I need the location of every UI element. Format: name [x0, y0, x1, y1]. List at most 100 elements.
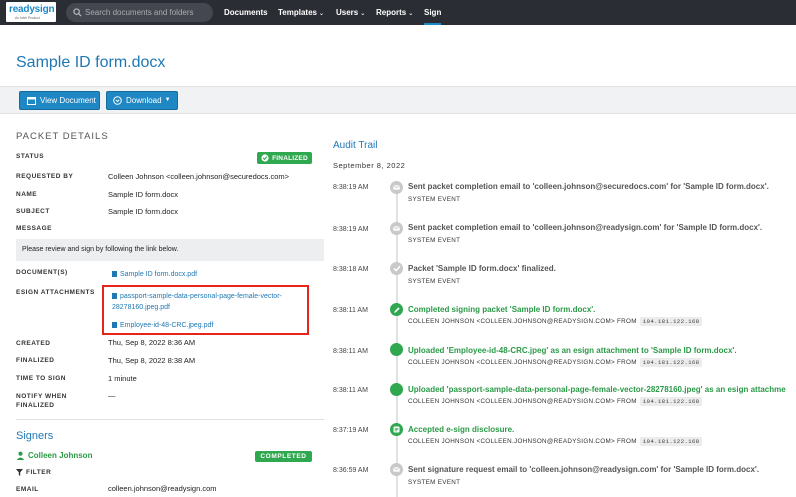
user-icon	[16, 451, 25, 460]
signers-title: Signers	[16, 430, 54, 442]
requested-by-value: Colleen Johnson <colleen.johnson@secured…	[108, 172, 290, 181]
name-label: NAME	[16, 191, 38, 198]
event-actor: COLLEEN JOHNSON <COLLEEN.JOHNSON@READYSI…	[408, 359, 637, 366]
nav-sign-label: Sign	[424, 8, 442, 17]
event-time: 8:38:11 AM	[333, 307, 368, 314]
chevron-down-icon: ⌄	[360, 11, 366, 17]
event-time: 8:38:19 AM	[333, 226, 369, 233]
event-subtitle: COLLEEN JOHNSON <COLLEEN.JOHNSON@READYSI…	[408, 397, 703, 406]
pencil-icon	[390, 303, 403, 316]
finalized-badge: FINALIZED	[257, 152, 312, 164]
event-time: 8:38:19 AM	[333, 184, 369, 191]
finalized-badge-label: FINALIZED	[272, 154, 308, 162]
event-title: Sent packet completion email to 'colleen…	[408, 223, 763, 232]
download-label: Download	[126, 96, 162, 105]
event-title: Uploaded 'passport-sample-data-personal-…	[408, 385, 786, 394]
event-subtitle: COLLEEN JOHNSON <COLLEEN.JOHNSON@READYSI…	[408, 358, 703, 367]
notify-label-line2: FINALIZED	[16, 402, 55, 409]
time-to-sign-label: TIME TO SIGN	[16, 375, 66, 382]
message-label: MESSAGE	[16, 225, 53, 232]
created-value: Thu, Sep 8, 2022 8:36 AM	[108, 338, 196, 347]
time-to-sign-value: 1 minute	[108, 374, 137, 383]
filter-label: FILTER	[26, 469, 52, 476]
event-time: 8:38:11 AM	[333, 387, 368, 394]
caret-down-icon: ▼	[164, 97, 171, 103]
check-circle-icon	[261, 154, 269, 162]
logo-text: readysign	[9, 4, 55, 15]
filter-control[interactable]: FILTER	[16, 469, 51, 476]
divider	[16, 419, 324, 420]
name-value: Sample ID form.docx	[108, 190, 179, 199]
nav-users-label: Users	[336, 8, 359, 17]
chevron-down-icon: ⌄	[408, 11, 414, 17]
subject-label: SUBJECT	[16, 208, 50, 215]
audit-trail-title: Audit Trail	[333, 140, 378, 151]
event-subtitle: COLLEEN JOHNSON <COLLEEN.JOHNSON@READYSI…	[408, 317, 703, 326]
highlight-box	[102, 285, 309, 335]
status-dot-icon	[390, 343, 403, 356]
checkmark-icon	[390, 262, 403, 275]
email-icon	[390, 181, 403, 194]
filter-icon	[16, 469, 23, 476]
view-document-icon	[27, 96, 36, 105]
email-icon	[390, 463, 403, 476]
nav-templates-label: Templates	[278, 8, 317, 17]
view-document-label: View Document	[40, 96, 96, 105]
disclosure-icon	[390, 423, 403, 436]
event-actor: COLLEEN JOHNSON <COLLEEN.JOHNSON@READYSI…	[408, 318, 637, 325]
ip-address: 104.181.122.168	[639, 397, 703, 406]
event-subtitle: SYSTEM EVENT	[408, 237, 461, 244]
event-title: Accepted e-sign disclosure.	[408, 425, 515, 434]
nav-users[interactable]: Users ⌄	[336, 0, 365, 25]
nav-documents[interactable]: Documents	[224, 0, 268, 25]
finalized-label: FINALIZED	[16, 357, 55, 364]
nav-sign[interactable]: Sign	[424, 0, 442, 25]
event-subtitle: SYSTEM EVENT	[408, 196, 461, 203]
esign-attachments-label: ESIGN ATTACHMENTS	[16, 289, 95, 296]
document-link[interactable]: Sample ID form.docx.pdf	[112, 269, 197, 278]
view-document-button[interactable]: View Document	[19, 91, 100, 110]
signer-name-text: Colleen Johnson	[28, 451, 93, 460]
event-time: 8:38:18 AM	[333, 266, 369, 273]
event-time: 8:38:11 AM	[333, 348, 368, 355]
file-icon	[112, 271, 117, 277]
event-time: 8:36:59 AM	[333, 467, 369, 474]
download-button[interactable]: Download ▼	[106, 91, 178, 110]
status-label: STATUS	[16, 153, 45, 160]
event-title: Sent signature request email to 'colleen…	[408, 465, 760, 474]
search-input[interactable]	[85, 5, 205, 20]
event-time: 8:37:19 AM	[333, 427, 369, 434]
packet-details-title: PACKET DETAILS	[16, 131, 109, 142]
ip-address: 104.181.122.168	[639, 317, 703, 326]
notify-label: NOTIFY WHEN FINALIZED	[16, 392, 67, 410]
signer-name[interactable]: Colleen Johnson	[16, 451, 92, 460]
email-label: EMAIL	[16, 486, 39, 493]
completed-badge: COMPLETED	[255, 451, 312, 462]
nav-reports[interactable]: Reports ⌄	[376, 0, 413, 25]
download-icon	[113, 96, 122, 105]
document-link-text: Sample ID form.docx.pdf	[120, 271, 198, 278]
search-box[interactable]	[66, 3, 213, 22]
event-title: Completed signing packet 'Sample ID form…	[408, 305, 596, 314]
ip-address: 104.181.122.168	[639, 437, 703, 446]
event-title: Uploaded 'Employee-id-48-CRC.jpeg' as an…	[408, 346, 737, 355]
nav-templates[interactable]: Templates ⌄	[278, 0, 324, 25]
readysign-logo[interactable]: readysign An Intel Product	[6, 2, 56, 22]
ip-address: 104.181.122.168	[639, 358, 703, 367]
email-icon	[390, 222, 403, 235]
event-actor: COLLEEN JOHNSON <COLLEEN.JOHNSON@READYSI…	[408, 398, 637, 405]
nav-documents-label: Documents	[224, 8, 268, 17]
event-actor: COLLEEN JOHNSON <COLLEEN.JOHNSON@READYSI…	[408, 438, 637, 445]
search-icon	[73, 8, 82, 17]
status-dot-icon	[390, 383, 403, 396]
audit-date: September 8, 2022	[333, 161, 406, 170]
logo-tagline: An Intel Product	[15, 16, 40, 20]
toolbar: View Document Download ▼	[0, 86, 796, 114]
page-title: Sample ID form.docx	[16, 54, 166, 71]
notify-value: —	[108, 391, 116, 400]
documents-label: DOCUMENT(S)	[16, 269, 68, 276]
nav-reports-label: Reports	[376, 8, 407, 17]
event-subtitle: SYSTEM EVENT	[408, 278, 461, 285]
requested-by-label: REQUESTED BY	[16, 173, 74, 180]
subject-value: Sample ID form.docx	[108, 207, 179, 216]
